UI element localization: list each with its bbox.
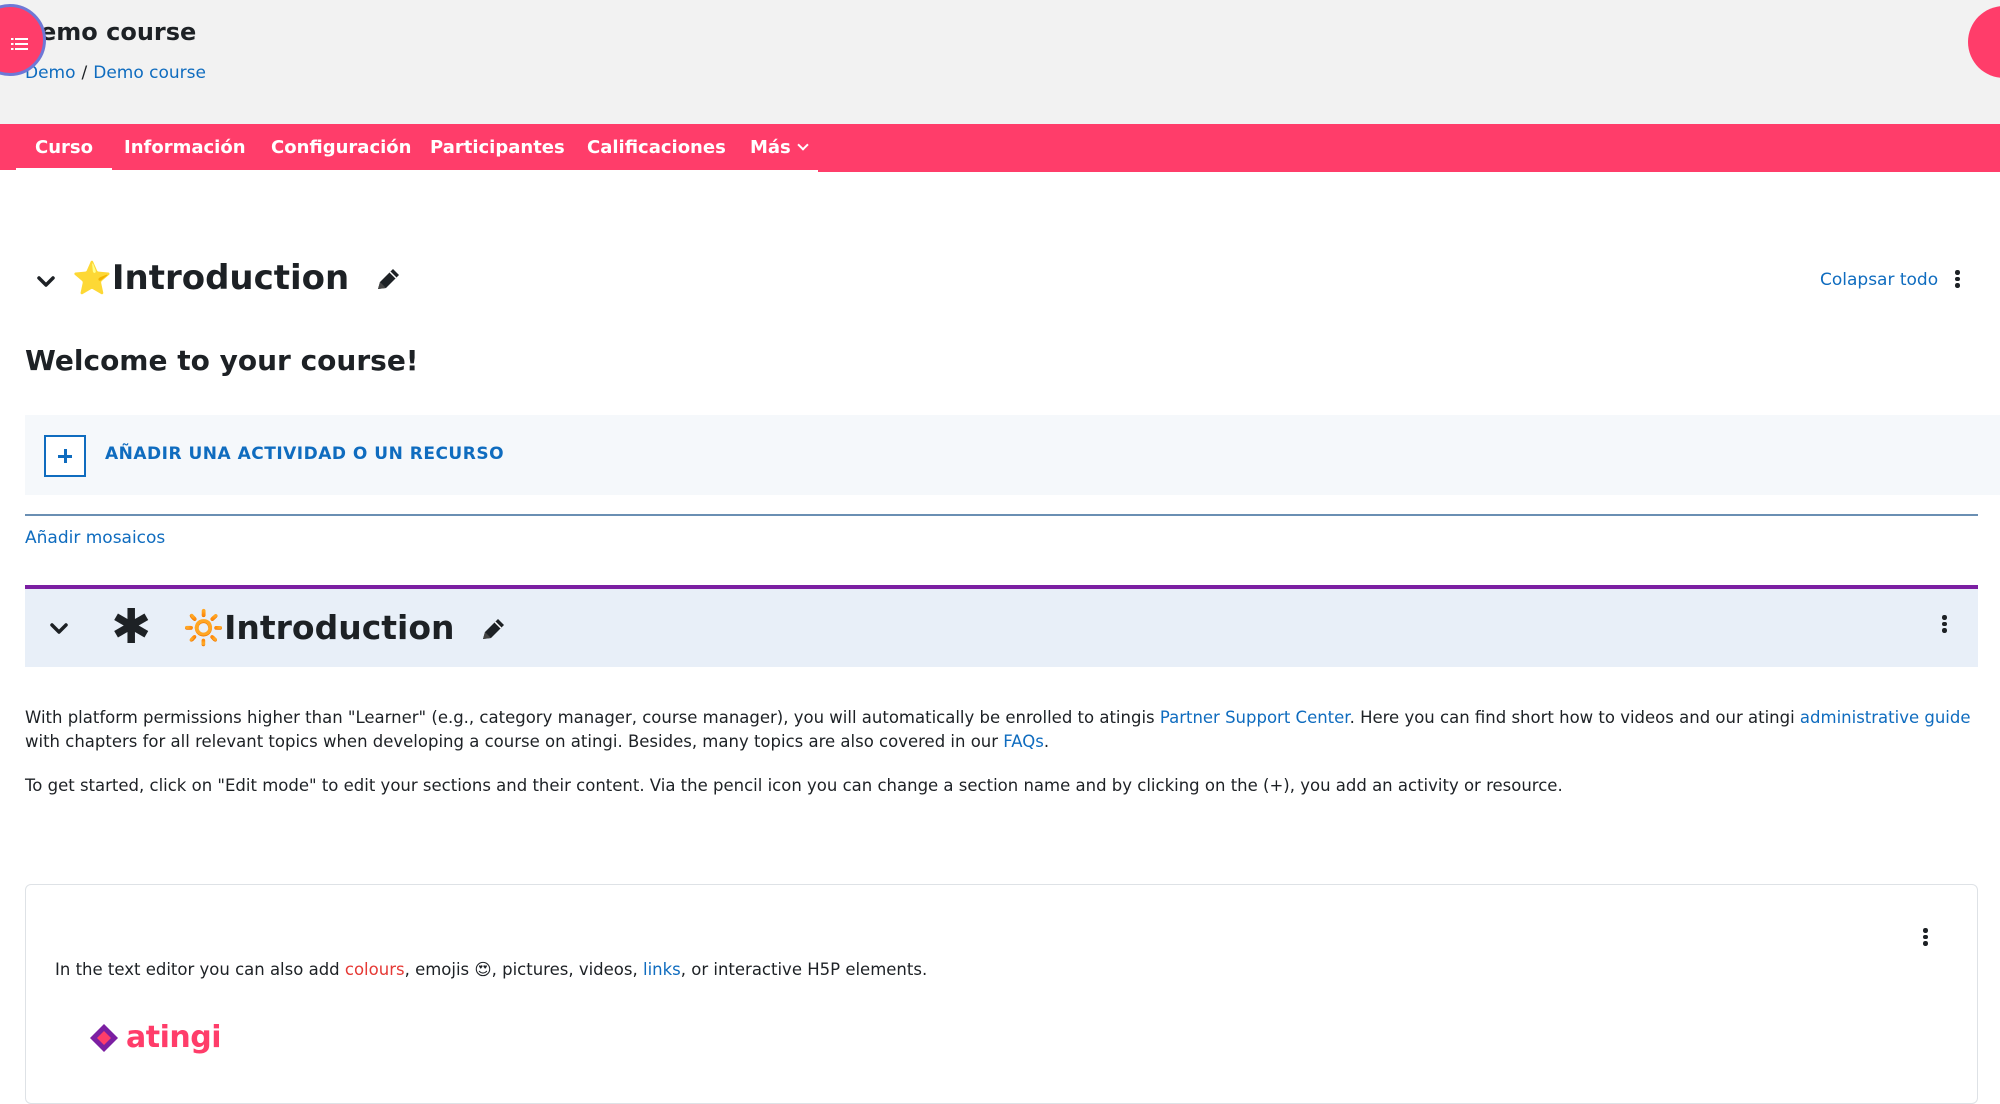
section-title: 🔆Introduction [183,608,508,648]
collapse-section-chevron-icon[interactable] [49,619,69,639]
atingi-logo: atingi [88,1020,221,1055]
getting-started-paragraph: To get started, click on "Edit mode" to … [25,776,1563,795]
administrative-guide-link[interactable]: administrative guide [1800,708,1971,727]
tab-configuracion[interactable]: Configuración [252,124,430,172]
links-link[interactable]: links [643,960,681,979]
page-header: emo course Demo / Demo course [0,0,2000,124]
colours-text: colours [344,960,405,979]
tab-curso[interactable]: Curso [16,124,112,172]
section-title-text: Introduction [111,258,350,298]
tab-mas[interactable]: Más [731,124,826,172]
section-title-text: Introduction [224,608,455,647]
text: . [1043,732,1050,751]
list-icon [11,38,28,50]
partner-support-center-link[interactable]: Partner Support Center [1160,708,1350,727]
text: , or interactive H5P elements. [680,960,928,979]
collapse-all-link[interactable]: Colapsar todo [1820,270,1938,290]
pencil-icon[interactable] [373,265,403,295]
welcome-heading: Welcome to your course! [25,344,419,377]
add-activity-button[interactable]: AÑADIR UNA ACTIVIDAD O UN RECURSO [25,415,2000,495]
plus-icon [44,435,86,477]
more-options-icon[interactable] [1920,926,1930,948]
page-title: emo course [40,18,197,46]
collapse-section-chevron-icon[interactable] [36,272,56,292]
text: , emojis [404,960,475,979]
activity-card: In the text editor you can also add colo… [25,884,1978,1104]
tab-mas-label: Más [750,137,791,158]
more-options-icon[interactable] [1939,613,1949,635]
tab-calificaciones[interactable]: Calificaciones [568,124,745,172]
section-summary-paragraph: With platform permissions higher than "L… [25,706,1980,754]
text: . Here you can find short how to videos … [1349,708,1800,727]
section-title: ⭐Introduction [72,258,403,298]
course-navigation: Curso Información Configuración Particip… [0,124,2000,172]
chevron-down-icon [797,139,809,151]
heart-eyes-emoji: 😍 [474,960,492,979]
asterisk-icon: ✱ [111,599,152,655]
tab-participantes[interactable]: Participantes [411,124,584,172]
sun-emoji: 🔆 [183,608,225,647]
divider [25,514,1978,516]
add-activity-label: AÑADIR UNA ACTIVIDAD O UN RECURSO [105,444,505,464]
text: , pictures, videos, [491,960,643,979]
breadcrumb-separator: / [81,63,88,83]
card-text: In the text editor you can also add colo… [55,960,927,979]
add-tiles-link[interactable]: Añadir mosaicos [25,528,165,548]
block-drawer-toggle-button[interactable] [1968,6,2000,78]
atingi-logo-icon [90,1023,118,1052]
text: In the text editor you can also add [55,960,345,979]
breadcrumb-item-demo-course[interactable]: Demo course [93,63,206,83]
nav-bottom-line [0,170,818,173]
atingi-logo-text: atingi [126,1020,221,1055]
faqs-link[interactable]: FAQs [1003,732,1044,751]
star-emoji: ⭐ [72,259,112,297]
pencil-icon[interactable] [478,615,508,645]
section-header: ✱ 🔆Introduction [25,585,1978,667]
text: with chapters for all relevant topics wh… [25,732,1004,751]
breadcrumb: Demo / Demo course [25,63,206,83]
text: With platform permissions higher than "L… [25,708,1160,727]
tab-informacion[interactable]: Información [105,124,265,172]
more-options-icon[interactable] [1952,268,1962,290]
